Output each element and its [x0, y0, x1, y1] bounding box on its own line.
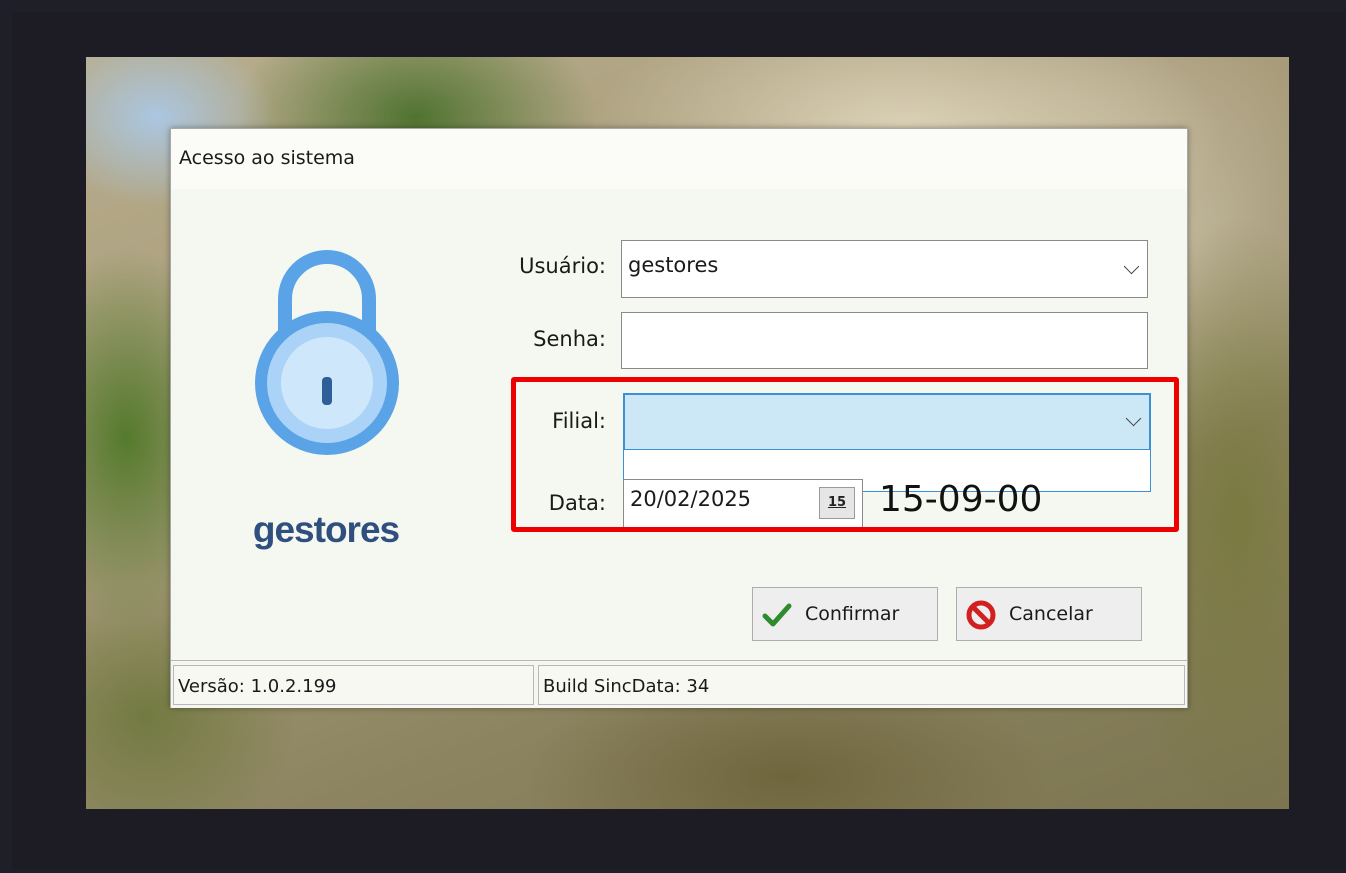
brand-logo-text: gestores: [252, 509, 400, 550]
lock-icon: [255, 250, 399, 455]
cancel-button[interactable]: Cancelar: [956, 587, 1142, 641]
checkmark-icon: [762, 603, 792, 627]
login-dialog: Acesso ao sistema gestores Usuário: gest…: [170, 128, 1188, 708]
title-bar: Acesso ao sistema: [171, 129, 1187, 189]
build-panel: Build SincData: 34: [538, 665, 1185, 705]
usuario-combobox[interactable]: gestores: [621, 240, 1148, 298]
cancel-label: Cancelar: [1009, 603, 1093, 625]
version-panel: Versão: 1.0.2.199: [173, 665, 534, 705]
build-text: Build SincData: 34: [543, 676, 710, 697]
usuario-value: gestores: [628, 253, 719, 277]
senha-field[interactable]: [621, 312, 1148, 369]
version-text: Versão: 1.0.2.199: [178, 676, 337, 697]
confirm-button[interactable]: Confirmar: [752, 587, 938, 641]
status-bar: Versão: 1.0.2.199 Build SincData: 34: [171, 660, 1187, 708]
senha-label: Senha:: [533, 327, 606, 351]
confirm-label: Confirmar: [805, 603, 900, 625]
highlight-box: [511, 377, 1179, 532]
dialog-title: Acesso ao sistema: [179, 147, 355, 169]
chevron-down-icon[interactable]: [1123, 258, 1140, 275]
usuario-label: Usuário:: [519, 254, 606, 278]
prohibited-icon: [966, 600, 996, 630]
